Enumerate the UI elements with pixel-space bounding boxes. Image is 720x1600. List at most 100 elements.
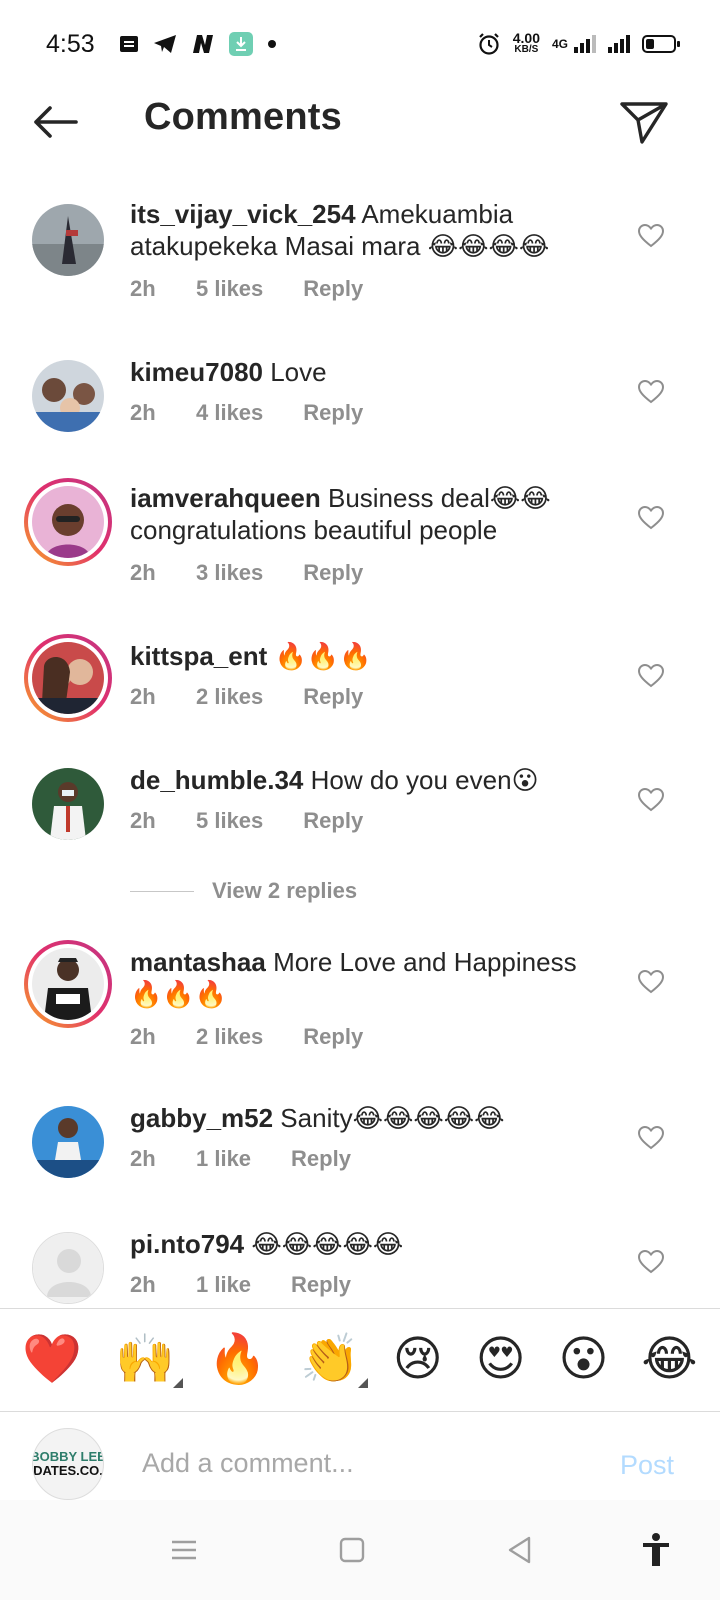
comment-username[interactable]: pi.nto794 [130, 1229, 244, 1259]
comment-username[interactable]: kimeu7080 [130, 357, 263, 387]
notes-icon [119, 35, 139, 53]
home-nav-button[interactable] [332, 1530, 372, 1570]
signal-bars-2-icon [608, 35, 630, 53]
comment-text: pi.nto794 😂😂😂😂😂 [130, 1228, 600, 1260]
alarm-icon [477, 32, 501, 56]
replies-divider [130, 890, 194, 892]
network-speed: 4.00 KB/S [512, 30, 540, 55]
reply-button[interactable]: Reply [303, 560, 363, 586]
battery-icon [642, 35, 680, 53]
more-notifications-dot-icon [267, 39, 277, 49]
comment-body: How do you even😮 [303, 765, 539, 795]
comment-time: 2h [130, 560, 156, 585]
comment-username[interactable]: its_vijay_vick_254 [130, 199, 356, 229]
status-bar: 4:53 4.00 KB/S 4G [0, 0, 720, 88]
comment-likes[interactable]: 1 like [196, 1146, 251, 1172]
comment-meta: 2h 3 likes Reply [130, 560, 363, 586]
emoji-reaction-bar: ❤️ 🙌 🔥 👏 😢 😍 😮 😂 [0, 1308, 720, 1412]
comment-username[interactable]: kittspa_ent [130, 641, 267, 671]
like-heart-icon[interactable] [638, 224, 664, 248]
reply-button[interactable]: Reply [291, 1146, 351, 1172]
emoji-heart-button[interactable]: ❤️ [22, 1336, 82, 1384]
comment-body: 😂😂😂😂😂 [244, 1229, 404, 1259]
comment-text: de_humble.34 How do you even😮 [130, 764, 600, 796]
emoji-heart-eyes-button[interactable]: 😍 [476, 1336, 526, 1384]
menu-icon [172, 1540, 196, 1560]
emoji-surprised-button[interactable]: 😮 [559, 1336, 609, 1384]
like-heart-icon[interactable] [638, 1126, 664, 1150]
accessibility-button[interactable] [636, 1530, 676, 1570]
skin-tone-indicator-icon [357, 1378, 368, 1388]
like-heart-icon[interactable] [638, 506, 664, 530]
comment-input[interactable] [142, 1448, 582, 1479]
post-button[interactable]: Post [620, 1450, 674, 1481]
avatar[interactable] [32, 204, 104, 276]
comment-likes[interactable]: 4 likes [196, 400, 263, 426]
news-app-icon [191, 34, 215, 54]
like-heart-icon[interactable] [638, 970, 664, 994]
view-replies-button[interactable]: View 2 replies [130, 878, 357, 904]
comment-body: 🔥🔥🔥 [267, 641, 372, 671]
comment-username[interactable]: de_humble.34 [130, 765, 303, 795]
avatar[interactable] [32, 360, 104, 432]
comment-username[interactable]: mantashaa [130, 947, 266, 977]
like-heart-icon[interactable] [638, 664, 664, 688]
reply-button[interactable]: Reply [303, 276, 363, 302]
back-nav-button[interactable] [500, 1530, 540, 1570]
signal-bars-icon [574, 35, 596, 53]
telegram-icon [153, 34, 177, 54]
comment-text: gabby_m52 Sanity😂😂😂😂😂 [130, 1102, 600, 1134]
comment-likes[interactable]: 2 likes [196, 684, 263, 710]
reply-button[interactable]: Reply [303, 1024, 363, 1050]
comment-meta: 2h 5 likes Reply [130, 276, 363, 302]
share-button[interactable] [618, 96, 670, 148]
system-nav-bar [0, 1500, 720, 1600]
network-type: 4G [551, 37, 568, 51]
reply-button[interactable]: Reply [291, 1272, 351, 1298]
back-button[interactable] [30, 102, 80, 142]
comment-time: 2h [130, 1146, 156, 1171]
header: Comments [0, 88, 720, 158]
status-time: 4:53 [46, 29, 95, 58]
emoji-laughing-button[interactable]: 😂 [641, 1336, 697, 1384]
avatar[interactable] [32, 768, 104, 840]
comment-time: 2h [130, 400, 156, 425]
comment-meta: 2h 1 like Reply [130, 1272, 351, 1298]
download-icon [228, 32, 253, 56]
page-title: Comments [144, 96, 342, 138]
comment-likes[interactable]: 1 like [196, 1272, 251, 1298]
emoji-crying-button[interactable]: 😢 [393, 1336, 443, 1384]
emoji-raised-hands-button[interactable]: 🙌 [115, 1336, 183, 1388]
comment-text: kittspa_ent 🔥🔥🔥 [130, 640, 600, 672]
comments-list[interactable]: its_vijay_vick_254 Amekuambia atakupekek… [0, 158, 720, 1308]
comment-likes[interactable]: 2 likes [196, 1024, 263, 1050]
emoji-fire-button[interactable]: 🔥 [208, 1336, 268, 1384]
comment-likes[interactable]: 5 likes [196, 808, 263, 834]
avatar-story-ring[interactable] [24, 634, 112, 722]
comment-time: 2h [130, 1272, 156, 1297]
avatar-story-ring[interactable] [24, 478, 112, 566]
accessibility-icon [643, 1533, 669, 1566]
like-heart-icon[interactable] [638, 788, 664, 812]
like-heart-icon[interactable] [638, 1250, 664, 1274]
comment-likes[interactable]: 3 likes [196, 560, 263, 586]
view-replies-label: View 2 replies [212, 878, 358, 903]
comment-body: Sanity😂😂😂😂😂 [273, 1103, 505, 1133]
reply-button[interactable]: Reply [303, 400, 363, 426]
menu-nav-button[interactable] [164, 1530, 204, 1570]
comment-username[interactable]: gabby_m52 [130, 1103, 273, 1133]
comment-meta: 2h 4 likes Reply [130, 400, 363, 426]
reply-button[interactable]: Reply [303, 808, 363, 834]
avatar-default[interactable] [32, 1232, 104, 1304]
my-avatar: BOBBY LEE UPDATES.CO.KE [32, 1428, 104, 1500]
emoji-clap-button[interactable]: 👏 [300, 1336, 368, 1388]
comment-meta: 2h 2 likes Reply [130, 684, 363, 710]
like-heart-icon[interactable] [638, 380, 664, 404]
avatar[interactable] [32, 1106, 104, 1178]
avatar-story-ring[interactable] [24, 940, 112, 1028]
comment-username[interactable]: iamverahqueen [130, 483, 321, 513]
comment-meta: 2h 1 like Reply [130, 1146, 351, 1172]
comment-text: its_vijay_vick_254 Amekuambia atakupekek… [130, 198, 600, 262]
comment-likes[interactable]: 5 likes [196, 276, 263, 302]
reply-button[interactable]: Reply [303, 684, 363, 710]
